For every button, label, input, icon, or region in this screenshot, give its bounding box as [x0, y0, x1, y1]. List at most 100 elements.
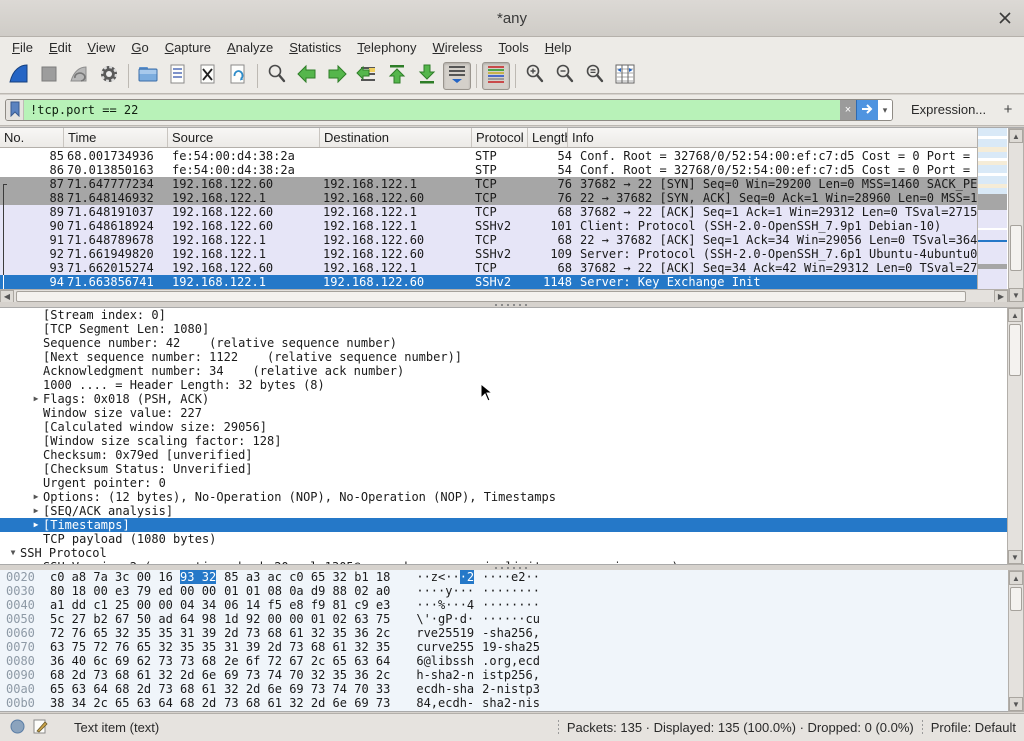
menu-go[interactable]: Go: [123, 38, 156, 57]
hex-vscrollbar[interactable]: ▲ ▼: [1008, 570, 1024, 712]
details-vscrollbar[interactable]: ▲ ▼: [1007, 307, 1023, 565]
zoom-original-button[interactable]: [581, 62, 609, 90]
go-first-button[interactable]: [383, 62, 411, 90]
scroll-thumb[interactable]: [1009, 324, 1021, 376]
menu-wireless[interactable]: Wireless: [425, 38, 491, 57]
packet-row-85[interactable]: 8568.001734936fe:54:00:d4:38:2aSTP54Conf…: [0, 149, 977, 163]
scroll-thumb[interactable]: [1010, 587, 1022, 611]
restart-capture-button[interactable]: [65, 62, 93, 90]
menu-analyze[interactable]: Analyze: [219, 38, 281, 57]
detail-line[interactable]: TCP payload (1080 bytes): [0, 532, 1007, 546]
menu-edit[interactable]: Edit: [41, 38, 79, 57]
menu-view[interactable]: View: [79, 38, 123, 57]
go-forward-button[interactable]: [323, 62, 351, 90]
expert-info-icon[interactable]: [10, 719, 25, 737]
column-header-source[interactable]: Source: [168, 128, 320, 147]
detail-line[interactable]: Sequence number: 42 (relative sequence n…: [0, 336, 1007, 350]
close-window-button[interactable]: [996, 9, 1014, 27]
detail-line[interactable]: Acknowledgment number: 34 (relative ack …: [0, 364, 1007, 378]
hex-row[interactable]: 008036 40 6c 69 62 73 73 682e 6f 72 67 2…: [0, 654, 1024, 668]
open-file-button[interactable]: [134, 62, 162, 90]
colorize-button[interactable]: [482, 62, 510, 90]
capture-comment-icon[interactable]: [33, 719, 48, 737]
detail-line[interactable]: [Stream index: 0]: [0, 308, 1007, 322]
scroll-down-icon[interactable]: ▼: [1009, 697, 1023, 711]
reload-file-button[interactable]: [224, 62, 252, 90]
resize-columns-button[interactable]: [611, 62, 639, 90]
auto-scroll-button[interactable]: [443, 62, 471, 90]
scroll-down-icon[interactable]: ▼: [1008, 550, 1022, 564]
column-header-info[interactable]: Info: [568, 128, 977, 147]
scroll-up-icon[interactable]: ▲: [1009, 571, 1023, 585]
hex-row[interactable]: 003080 18 00 e3 79 ed 00 0001 01 08 0a d…: [0, 584, 1024, 598]
filter-bookmark-button[interactable]: [6, 100, 24, 120]
packet-list-hscrollbar[interactable]: ◀ ▶: [0, 289, 1008, 303]
packet-row-89[interactable]: 8971.648191037192.168.122.60192.168.122.…: [0, 205, 977, 219]
hex-row[interactable]: 007063 75 72 76 65 32 35 3531 39 2d 73 6…: [0, 640, 1024, 654]
hex-row[interactable]: 009068 2d 73 68 61 32 2d 6e69 73 74 70 3…: [0, 668, 1024, 682]
detail-line[interactable]: [TCP Segment Len: 1080]: [0, 322, 1007, 336]
hex-row[interactable]: 0040a1 dd c1 25 00 00 04 3406 14 f5 e8 f…: [0, 598, 1024, 612]
hex-row[interactable]: 006072 76 65 32 35 35 31 392d 73 68 61 3…: [0, 626, 1024, 640]
packet-row-88[interactable]: 8871.648146932192.168.122.1192.168.122.6…: [0, 191, 977, 205]
column-header-no[interactable]: No.: [0, 128, 64, 147]
column-header-time[interactable]: Time: [64, 128, 168, 147]
detail-line-ssh-protocol[interactable]: ▼SSH Protocol: [0, 546, 1007, 560]
packet-minimap[interactable]: [977, 128, 1007, 289]
go-back-button[interactable]: [293, 62, 321, 90]
status-profile[interactable]: Profile: Default: [931, 720, 1016, 735]
scroll-thumb[interactable]: [1010, 225, 1022, 271]
go-last-button[interactable]: [413, 62, 441, 90]
menu-telephony[interactable]: Telephony: [349, 38, 424, 57]
detail-line-seq-ack[interactable]: ▶[SEQ/ACK analysis]: [0, 504, 1007, 518]
capture-options-button[interactable]: [95, 62, 123, 90]
scroll-up-icon[interactable]: ▲: [1008, 308, 1022, 322]
hex-row[interactable]: 0020c0 a8 7a 3c 00 16 93 3285 a3 ac c0 6…: [0, 570, 1024, 584]
detail-line[interactable]: [Calculated window size: 29056]: [0, 420, 1007, 434]
scroll-up-icon[interactable]: ▲: [1009, 129, 1023, 143]
hex-row[interactable]: 00b038 34 2c 65 63 64 68 2d73 68 61 32 2…: [0, 696, 1024, 710]
filter-apply-button[interactable]: [856, 100, 878, 120]
packet-row-94-selected[interactable]: 9471.663856741192.168.122.1192.168.122.6…: [0, 275, 977, 289]
detail-line[interactable]: Checksum: 0x79ed [unverified]: [0, 448, 1007, 462]
detail-line[interactable]: [Next sequence number: 1122 (relative se…: [0, 350, 1007, 364]
hex-row[interactable]: 00a065 63 64 68 2d 73 68 6132 2d 6e 69 7…: [0, 682, 1024, 696]
menu-file[interactable]: File: [4, 38, 41, 57]
close-file-button[interactable]: [194, 62, 222, 90]
menu-statistics[interactable]: Statistics: [281, 38, 349, 57]
save-file-button[interactable]: [164, 62, 192, 90]
find-packet-button[interactable]: [263, 62, 291, 90]
menu-help[interactable]: Help: [537, 38, 580, 57]
stop-capture-button[interactable]: [35, 62, 63, 90]
expression-button[interactable]: Expression...: [905, 99, 992, 121]
detail-line[interactable]: [Checksum Status: Unverified]: [0, 462, 1007, 476]
packet-row-87[interactable]: 8771.647777234192.168.122.60192.168.122.…: [0, 177, 977, 191]
menu-tools[interactable]: Tools: [490, 38, 536, 57]
filter-history-button[interactable]: ▾: [878, 100, 892, 120]
packet-row-92[interactable]: 9271.661949820192.168.122.1192.168.122.6…: [0, 247, 977, 261]
column-header-destination[interactable]: Destination: [320, 128, 472, 147]
detail-line[interactable]: Window size value: 227: [0, 406, 1007, 420]
scroll-down-icon[interactable]: ▼: [1009, 288, 1023, 302]
packet-row-90[interactable]: 9071.648618924192.168.122.60192.168.122.…: [0, 219, 977, 233]
packet-row-86[interactable]: 8670.013850163fe:54:00:d4:38:2aSTP54Conf…: [0, 163, 977, 177]
add-filter-button[interactable]: +: [998, 99, 1018, 121]
column-header-length[interactable]: Length: [528, 128, 568, 147]
menu-capture[interactable]: Capture: [157, 38, 219, 57]
go-to-packet-button[interactable]: [353, 62, 381, 90]
detail-line-options[interactable]: ▶Options: (12 bytes), No-Operation (NOP)…: [0, 490, 1007, 504]
display-filter-input[interactable]: [24, 100, 840, 120]
start-capture-button[interactable]: [5, 62, 33, 90]
detail-line[interactable]: Urgent pointer: 0: [0, 476, 1007, 490]
column-header-protocol[interactable]: Protocol: [472, 128, 528, 147]
packet-list-vscrollbar[interactable]: ▲ ▼: [1008, 128, 1024, 303]
detail-line-flags[interactable]: ▶Flags: 0x018 (PSH, ACK): [0, 392, 1007, 406]
hex-row[interactable]: 00505c 27 b2 67 50 ad 64 981d 92 00 00 0…: [0, 612, 1024, 626]
zoom-out-button[interactable]: [551, 62, 579, 90]
zoom-in-button[interactable]: [521, 62, 549, 90]
titlebar[interactable]: *any: [0, 0, 1024, 37]
detail-line[interactable]: 1000 .... = Header Length: 32 bytes (8): [0, 378, 1007, 392]
packet-row-91[interactable]: 9171.648789678192.168.122.1192.168.122.6…: [0, 233, 977, 247]
detail-line[interactable]: [Window size scaling factor: 128]: [0, 434, 1007, 448]
packet-row-93[interactable]: 9371.662015274192.168.122.60192.168.122.…: [0, 261, 977, 275]
